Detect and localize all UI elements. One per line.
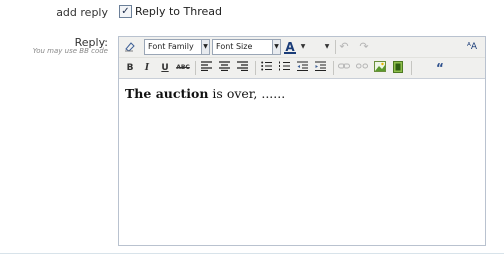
- image-icon[interactable]: [373, 61, 387, 75]
- bold-icon[interactable]: B: [123, 61, 137, 75]
- toolbar-separator: [335, 40, 336, 54]
- add-reply-label: add reply: [56, 6, 108, 19]
- editor-content[interactable]: The auction is over, ......: [125, 86, 285, 101]
- footer-divider: [0, 253, 504, 254]
- text-size-icon[interactable]: ᴬA: [465, 40, 479, 54]
- align-left-icon[interactable]: [199, 61, 213, 75]
- outdent-icon[interactable]: [295, 61, 309, 75]
- redo-icon[interactable]: ↷: [357, 40, 371, 54]
- reply-to-thread-checkbox[interactable]: ✓: [119, 5, 132, 18]
- chevron-down-icon: ▼: [272, 40, 280, 54]
- font-family-select[interactable]: Font Family ▼: [144, 39, 210, 55]
- toolbar-separator: [195, 61, 196, 75]
- bb-code-hint: You may use BB code: [32, 47, 108, 55]
- toolbar-separator: [333, 61, 334, 75]
- reply-to-thread-label[interactable]: Reply to Thread: [135, 5, 222, 18]
- font-color-icon[interactable]: A: [282, 40, 298, 54]
- strikethrough-icon[interactable]: ABC: [175, 61, 191, 75]
- unlink-icon[interactable]: [355, 61, 369, 75]
- media-icon[interactable]: [391, 61, 405, 75]
- toolbar-separator: [255, 61, 256, 75]
- chevron-down-icon: ▼: [201, 40, 209, 54]
- chevron-down-icon[interactable]: ▼: [323, 40, 331, 54]
- editor-bold-text: The auction: [125, 86, 209, 101]
- undo-icon[interactable]: ↶: [337, 40, 351, 54]
- chevron-down-icon[interactable]: ▼: [299, 40, 307, 54]
- bullet-list-icon[interactable]: [259, 61, 273, 75]
- indent-icon[interactable]: [313, 61, 327, 75]
- align-right-icon[interactable]: [235, 61, 249, 75]
- editor-text: is over, ......: [208, 86, 286, 101]
- editor-toolbar-top: Font Family ▼ Font Size ▼ A ▼ ▼ ↶ ↷ ᴬA: [119, 37, 485, 58]
- editor-toolbar-bottom: B I U ABC “: [119, 58, 485, 79]
- font-size-select[interactable]: Font Size ▼: [212, 39, 281, 55]
- underline-icon[interactable]: U: [158, 61, 172, 75]
- font-family-value: Font Family: [148, 42, 194, 51]
- italic-icon[interactable]: I: [140, 61, 154, 75]
- align-center-icon[interactable]: [217, 61, 231, 75]
- toolbar-separator: [411, 61, 412, 75]
- eraser-icon[interactable]: [123, 40, 137, 54]
- font-size-value: Font Size: [216, 42, 253, 51]
- link-icon[interactable]: [337, 61, 351, 75]
- quote-icon[interactable]: “: [433, 61, 447, 75]
- numbered-list-icon[interactable]: [277, 61, 291, 75]
- reply-editor[interactable]: Font Family ▼ Font Size ▼ A ▼ ▼ ↶ ↷ ᴬA B…: [118, 36, 486, 246]
